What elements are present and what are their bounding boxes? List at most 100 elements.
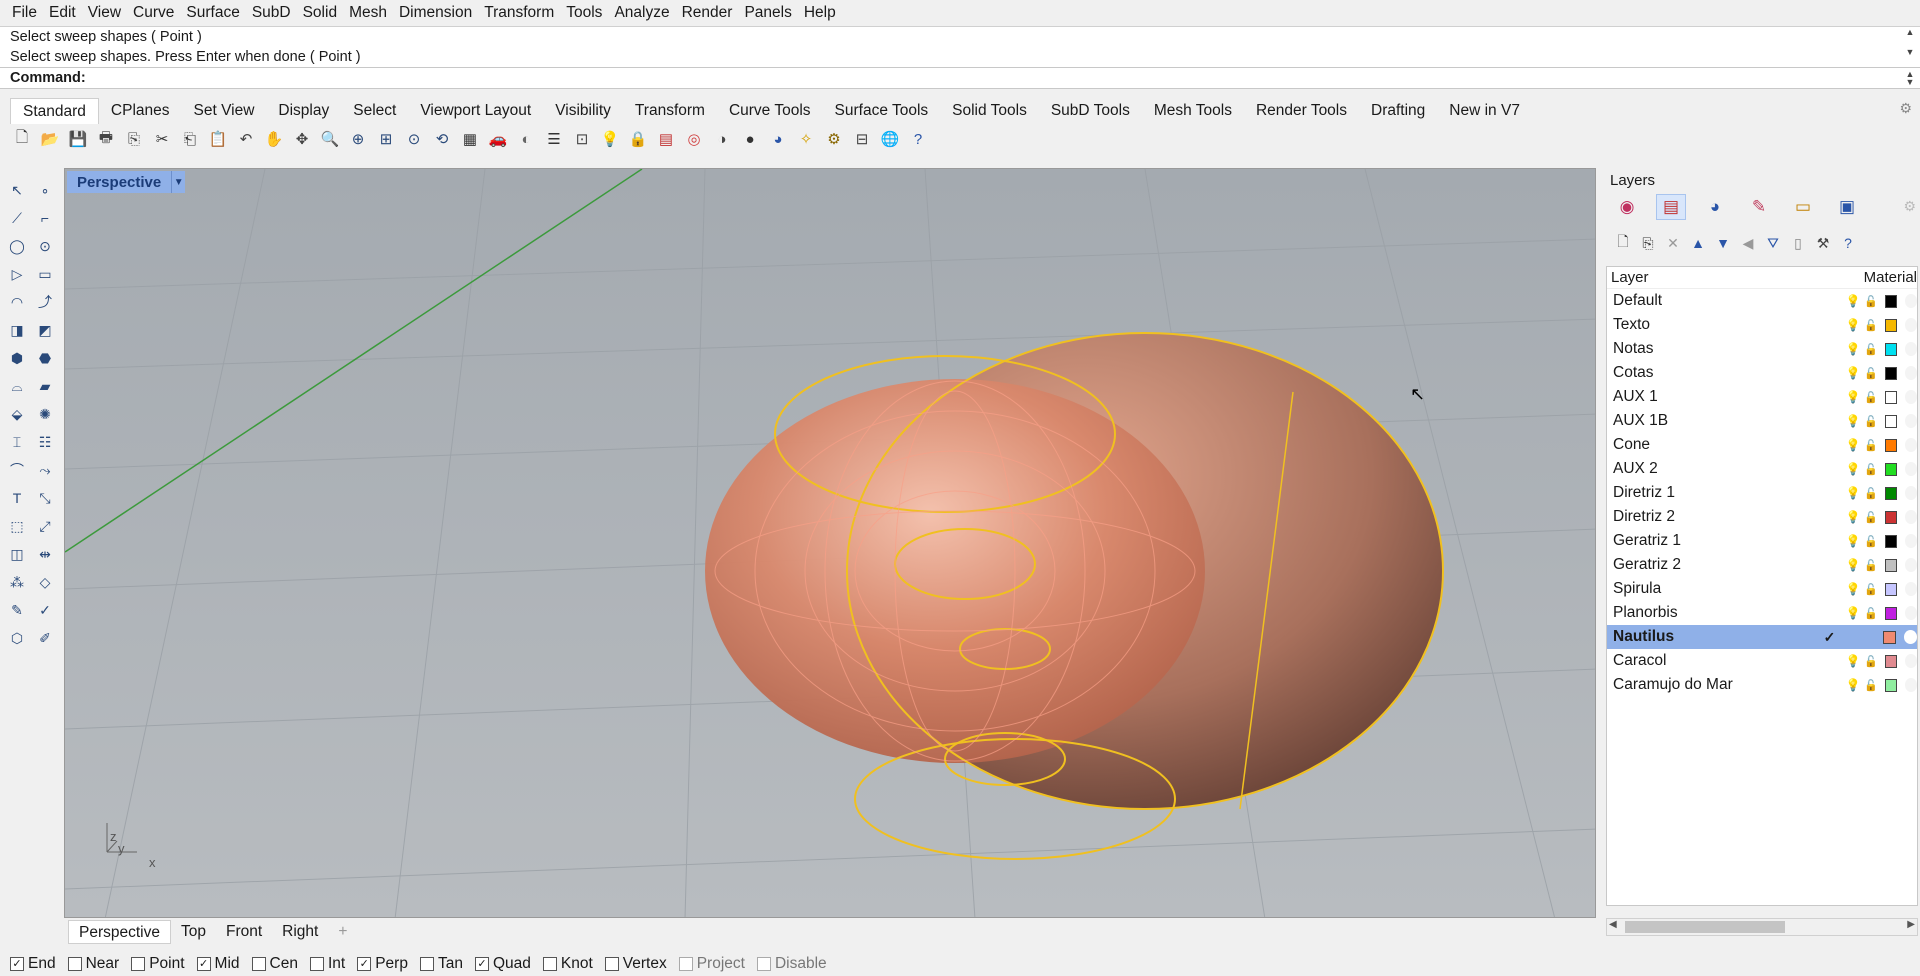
layer-name[interactable]: Default xyxy=(1607,292,1750,310)
layer-color-swatch[interactable] xyxy=(1884,462,1897,476)
lock-icon[interactable]: 🔓 xyxy=(1861,487,1881,500)
shade-icon[interactable]: ◑ xyxy=(710,127,734,151)
menu-item-help[interactable]: Help xyxy=(798,0,842,25)
tab-cplanes[interactable]: CPlanes xyxy=(99,98,182,124)
light-bulb-icon[interactable]: 💡 xyxy=(1845,654,1861,668)
layer-name[interactable]: Diretriz 2 xyxy=(1607,508,1750,526)
horizontal-scrollbar[interactable]: ◀ ▶ xyxy=(1606,918,1918,936)
tab-set-view[interactable]: Set View xyxy=(182,98,267,124)
mesh-icon[interactable]: ⬙ xyxy=(6,403,28,425)
material-swatch[interactable] xyxy=(1904,654,1918,668)
menu-item-view[interactable]: View xyxy=(82,0,127,25)
osnap-project[interactable]: Project xyxy=(678,955,745,973)
layer-column-header[interactable]: Layer xyxy=(1607,269,1864,286)
light-bulb-icon[interactable]: 💡 xyxy=(1845,582,1861,596)
tab-surface-tools[interactable]: Surface Tools xyxy=(823,98,941,124)
sphere-icon[interactable]: ● xyxy=(738,127,762,151)
text-icon[interactable]: T xyxy=(6,487,28,509)
osnap-checkbox[interactable] xyxy=(678,957,693,971)
layer-color-swatch[interactable] xyxy=(1884,414,1897,428)
osnap-end[interactable]: ✓ End xyxy=(10,955,56,973)
delete-layer-icon[interactable]: ✕ xyxy=(1662,232,1684,254)
print-icon[interactable]: 🖶 xyxy=(94,127,118,151)
curve-icon[interactable]: ⌐ xyxy=(34,207,56,229)
chevron-down-icon[interactable]: ▼ xyxy=(171,171,185,193)
tab-curve-tools[interactable]: Curve Tools xyxy=(717,98,823,124)
tab-display[interactable]: Display xyxy=(266,98,341,124)
menu-item-edit[interactable]: Edit xyxy=(43,0,82,25)
light-bulb-icon[interactable]: 💡 xyxy=(1845,534,1861,548)
layer-name[interactable]: AUX 1 xyxy=(1607,388,1750,406)
lock-icon[interactable]: 🔓 xyxy=(1861,463,1881,476)
light-bulb-icon[interactable]: 💡 xyxy=(1845,390,1861,404)
polygon-icon[interactable]: ▷ xyxy=(6,263,28,285)
tab-transform[interactable]: Transform xyxy=(623,98,717,124)
trim-icon[interactable]: ⌶ xyxy=(6,431,28,453)
add-view-tab-icon[interactable]: + xyxy=(328,920,357,944)
tab-render-tools[interactable]: Render Tools xyxy=(1244,98,1359,124)
osnap-checkbox[interactable]: ✓ xyxy=(474,957,489,971)
osnap-mid[interactable]: ✓ Mid xyxy=(196,955,240,973)
layer-row[interactable]: Texto 💡 🔓 xyxy=(1607,313,1918,337)
grid-icon[interactable]: ⊟ xyxy=(850,127,874,151)
menu-item-panels[interactable]: Panels xyxy=(738,0,797,25)
light-bulb-icon[interactable]: 💡 xyxy=(1845,414,1861,428)
material-swatch[interactable] xyxy=(1904,582,1918,596)
layer-row[interactable]: Nautilus ✓ xyxy=(1607,625,1917,649)
light-bulb-icon[interactable]: 💡 xyxy=(1845,510,1861,524)
tab-mesh-tools[interactable]: Mesh Tools xyxy=(1142,98,1244,124)
copy-icon[interactable]: ⎗ xyxy=(178,127,202,151)
loft-icon[interactable]: ◩ xyxy=(34,319,56,341)
menu-item-file[interactable]: File xyxy=(6,0,43,25)
display-mode-icon[interactable]: ◐ xyxy=(514,127,538,151)
render-icon[interactable]: ⬡ xyxy=(6,627,28,649)
layer-color-swatch[interactable] xyxy=(1884,438,1897,452)
osnap-checkbox[interactable] xyxy=(756,957,771,971)
new-icon[interactable]: 🗋 xyxy=(10,127,34,151)
scroll-down-icon[interactable]: ▼ xyxy=(1904,47,1916,57)
layer-row[interactable]: AUX 1 💡 🔓 xyxy=(1607,385,1918,409)
offset-icon[interactable]: ⤳ xyxy=(34,459,56,481)
osnap-cen[interactable]: Cen xyxy=(251,955,298,973)
zoom-selected-icon[interactable]: ⊙ xyxy=(402,127,426,151)
layers-tab-icon[interactable]: ▤ xyxy=(1656,194,1686,220)
freeform-icon[interactable]: ⤴ xyxy=(34,291,56,313)
osnap-checkbox[interactable]: ✓ xyxy=(357,957,372,971)
layer-row[interactable]: Geratriz 2 💡 🔓 xyxy=(1607,553,1918,577)
layer-name[interactable]: Caramujo do Mar xyxy=(1607,676,1750,694)
cut-icon[interactable]: ✂ xyxy=(150,127,174,151)
osnap-checkbox[interactable]: ✓ xyxy=(196,957,211,971)
osnap-checkbox[interactable] xyxy=(67,957,82,971)
move-up-icon[interactable]: ▲ xyxy=(1687,232,1709,254)
transform-icon[interactable]: ⤡ xyxy=(34,487,56,509)
layer-color-swatch[interactable] xyxy=(1884,654,1897,668)
material-swatch[interactable] xyxy=(1904,342,1918,356)
osnap-checkbox[interactable] xyxy=(251,957,266,971)
help-icon[interactable]: ? xyxy=(1837,232,1859,254)
layer-color-swatch[interactable] xyxy=(1884,606,1897,620)
osnap-checkbox[interactable]: ✓ xyxy=(10,957,24,971)
four-views-icon[interactable]: ▦ xyxy=(458,127,482,151)
material-swatch[interactable] xyxy=(1904,462,1918,476)
properties-tab-icon[interactable]: ◉ xyxy=(1612,194,1642,220)
boolean-icon[interactable]: ⬣ xyxy=(34,347,56,369)
menu-item-render[interactable]: Render xyxy=(676,0,739,25)
command-line[interactable]: Command: ▲ ▼ xyxy=(0,67,1920,89)
osnap-vertex[interactable]: Vertex xyxy=(604,955,667,973)
menu-item-curve[interactable]: Curve xyxy=(127,0,180,25)
mirror-icon[interactable]: ⤢ xyxy=(34,515,56,537)
viewport-title[interactable]: Perspective ▼ xyxy=(67,171,186,193)
lock-icon[interactable]: 🔓 xyxy=(1861,319,1881,332)
render-tab-icon[interactable]: ◕ xyxy=(1700,194,1730,220)
layer-name[interactable]: Geratriz 2 xyxy=(1607,556,1750,574)
lock-icon[interactable]: 🔓 xyxy=(1861,535,1881,548)
layer-name[interactable]: Spirula xyxy=(1607,580,1750,598)
solid-icon[interactable]: ◫ xyxy=(6,543,28,565)
libraries-tab-icon[interactable]: ▭ xyxy=(1788,194,1818,220)
material-swatch[interactable] xyxy=(1904,318,1918,332)
material-swatch[interactable] xyxy=(1904,606,1918,620)
perspective-viewport[interactable]: z y x Perspective ▼ ↖ xyxy=(64,168,1596,918)
light-bulb-icon[interactable]: 💡 xyxy=(1845,342,1861,356)
cplane-icon[interactable]: ⊡ xyxy=(570,127,594,151)
layer-color-swatch[interactable] xyxy=(1884,582,1897,596)
